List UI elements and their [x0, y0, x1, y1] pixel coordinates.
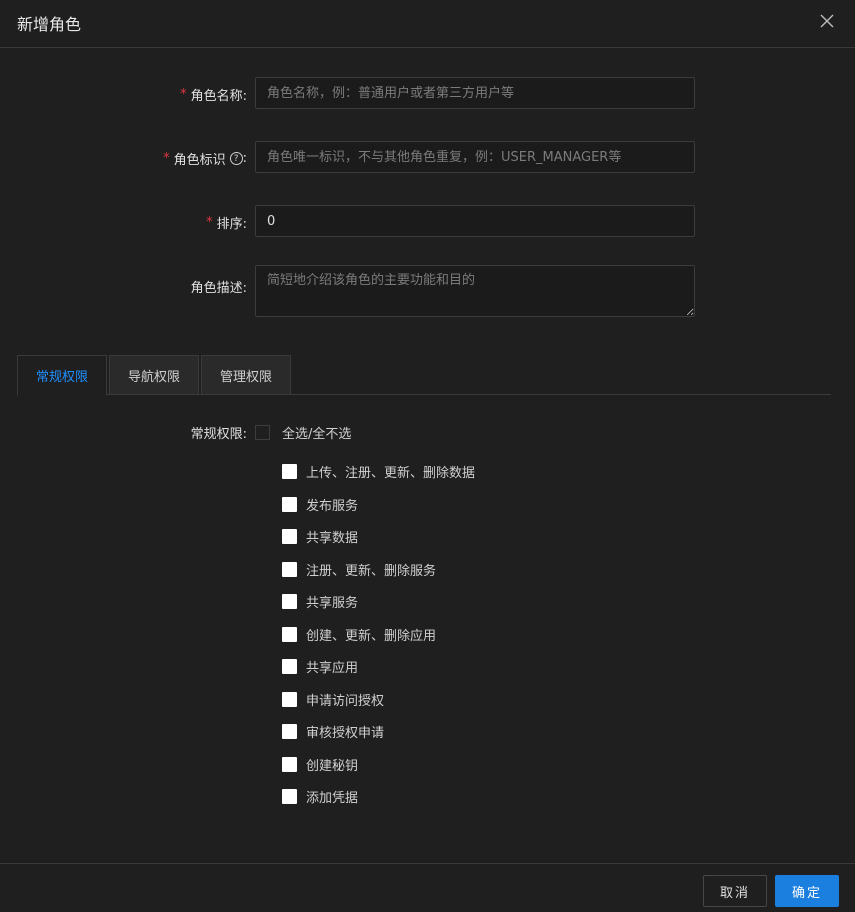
role-key-input[interactable] [255, 141, 695, 173]
checkbox-box[interactable] [282, 724, 297, 739]
role-key-label-wrap: * 角色标识 ? : [163, 149, 247, 168]
description-textarea[interactable] [255, 265, 695, 317]
permission-label: 上传、注册、更新、删除数据 [306, 466, 476, 481]
dialog-title: 新增角色 [17, 15, 82, 34]
question-circle-icon[interactable]: ? [229, 152, 243, 165]
tab-general-permissions[interactable]: 常规权限 [17, 355, 107, 396]
checkbox-box[interactable] [282, 692, 297, 707]
role-name-label: 角色名称: [190, 89, 247, 104]
permission-label: 发布服务 [306, 499, 359, 514]
checkbox-box[interactable] [282, 789, 297, 804]
close-icon[interactable] [818, 12, 836, 30]
permission-label: 注册、更新、删除服务 [306, 564, 437, 579]
permission-tabs: 常规权限 导航权限 管理权限 [17, 355, 831, 396]
ok-button[interactable]: 确定 [775, 875, 839, 907]
checkbox-box[interactable] [282, 464, 297, 479]
required-asterisk: * [180, 87, 187, 102]
permission-checkbox[interactable]: 注册、更新、删除服务 [282, 560, 436, 579]
permission-checkbox[interactable]: 上传、注册、更新、删除数据 [282, 462, 475, 481]
permission-label: 添加凭据 [306, 791, 359, 806]
checkbox-box[interactable] [282, 757, 297, 772]
select-all-checkbox[interactable]: 全选/全不选 [255, 423, 351, 442]
permission-checkbox[interactable]: 创建、更新、删除应用 [282, 625, 436, 644]
role-key-row: * 角色标识 ? : [0, 141, 855, 173]
permission-checkbox[interactable]: 申请访问授权 [282, 690, 384, 709]
permission-checkbox[interactable]: 审核授权申请 [282, 722, 384, 741]
sort-label: 排序: [216, 217, 247, 232]
checkbox-box[interactable] [282, 627, 297, 642]
permissions-label: 常规权限: [190, 427, 247, 442]
checkbox-box[interactable] [282, 562, 297, 577]
checkbox-box[interactable] [282, 659, 297, 674]
role-name-label-wrap: * 角色名称: [180, 85, 247, 104]
select-all-box[interactable] [255, 425, 270, 440]
permission-checkbox[interactable]: 添加凭据 [282, 787, 358, 806]
cancel-button[interactable]: 取消 [703, 875, 767, 907]
description-label-wrap: 角色描述: [191, 277, 247, 296]
role-key-label: 角色标识 [173, 153, 226, 168]
permission-label: 共享应用 [306, 661, 359, 676]
dialog-footer: 取消 确定 [0, 863, 855, 912]
checkbox-box[interactable] [282, 529, 297, 544]
sort-input[interactable] [255, 205, 695, 237]
checkbox-box[interactable] [282, 594, 297, 609]
permission-label: 创建秘钥 [306, 759, 359, 774]
permission-label: 创建、更新、删除应用 [306, 629, 437, 644]
checkbox-box[interactable] [282, 497, 297, 512]
permission-checkbox[interactable]: 发布服务 [282, 495, 358, 514]
permission-checkbox[interactable]: 共享应用 [282, 657, 358, 676]
permission-checkbox[interactable]: 共享数据 [282, 527, 358, 546]
permission-label: 共享数据 [306, 531, 359, 546]
sort-row: * 排序: [0, 205, 855, 237]
dialog-header: 新增角色 [0, 0, 855, 48]
permission-label: 审核授权申请 [306, 726, 385, 741]
permission-label: 共享服务 [306, 596, 359, 611]
tab-navigation-permissions[interactable]: 导航权限 [109, 355, 199, 395]
description-row: 角色描述: [0, 265, 855, 317]
role-key-label-colon: : [242, 151, 247, 166]
required-asterisk: * [206, 215, 213, 230]
description-label: 角色描述: [190, 281, 247, 296]
sort-label-wrap: * 排序: [206, 213, 247, 232]
select-all-label: 全选/全不选 [282, 427, 352, 442]
permission-checkbox[interactable]: 创建秘钥 [282, 755, 358, 774]
tab-management-permissions[interactable]: 管理权限 [201, 355, 291, 395]
required-asterisk: * [163, 151, 170, 166]
role-name-row: * 角色名称: [0, 77, 855, 109]
permission-checkbox[interactable]: 共享服务 [282, 592, 358, 611]
permission-label: 申请访问授权 [306, 694, 385, 709]
role-name-input[interactable] [255, 77, 695, 109]
